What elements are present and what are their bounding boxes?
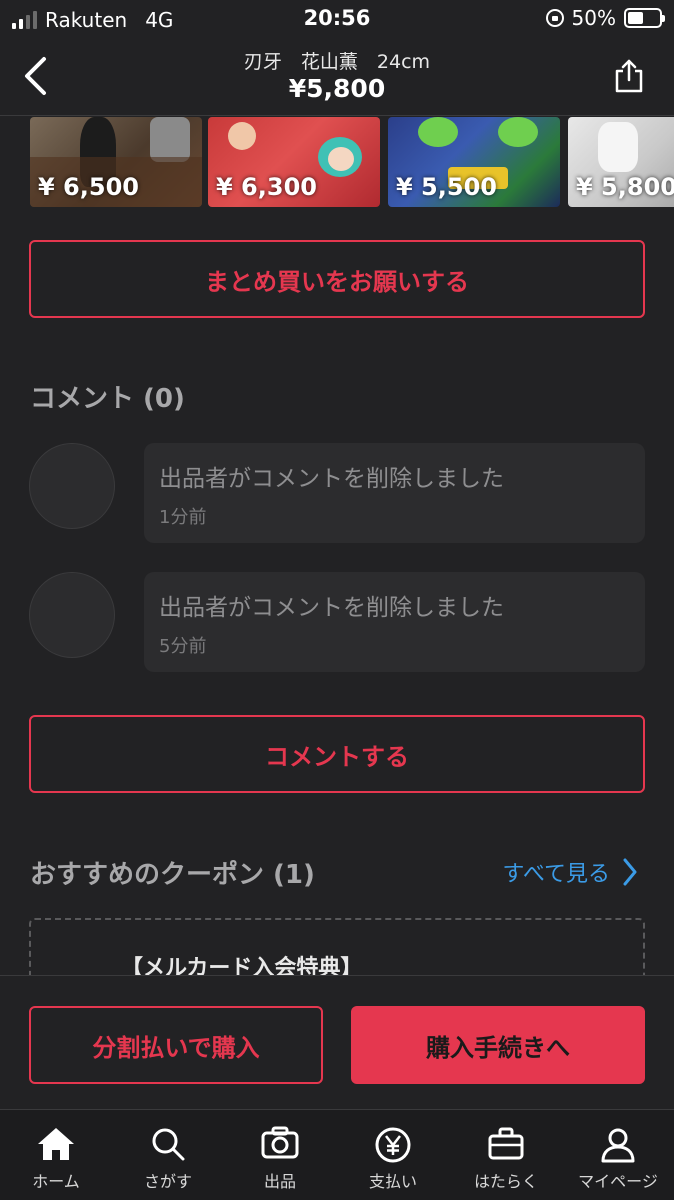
status-bar: Rakuten 4G 20:56 50% <box>0 0 674 40</box>
tab-label: 出品 <box>263 1172 296 1191</box>
tab-pay[interactable]: 支払い <box>337 1110 449 1200</box>
chevron-right-icon <box>623 858 637 886</box>
home-icon <box>38 1128 74 1160</box>
tab-mypage[interactable]: マイページ <box>562 1110 674 1200</box>
comments-title: コメント (0) <box>30 384 185 414</box>
briefcase-icon <box>488 1127 524 1160</box>
similar-item-card[interactable]: ¥ 6,500 <box>30 117 202 207</box>
avatar <box>29 443 115 529</box>
similar-item-card[interactable]: ¥ 5,500 <box>388 117 560 207</box>
comment-bubble: 出品者がコメントを削除しました 5分前 <box>144 572 645 672</box>
tab-label: はたらく <box>474 1172 538 1191</box>
share-button[interactable] <box>614 58 644 94</box>
comment-time: 1分前 <box>159 507 207 528</box>
item-title: 刃牙 花山薫 24cm <box>243 51 431 73</box>
person-icon <box>601 1128 635 1163</box>
split-payment-button[interactable]: 分割払いで購入 <box>29 1006 323 1084</box>
similar-item-price: ¥ 6,500 <box>38 173 139 201</box>
similar-items-carousel: ¥ 6,500 ¥ 6,300 ¥ 5,500 ¥ 5,800 <box>0 117 674 209</box>
tab-bar: ホーム さがす 出品 支払い はたらく マイページ <box>0 1109 674 1200</box>
comment-text: 出品者がコメントを削除しました <box>159 595 504 621</box>
similar-item-price: ¥ 5,800 <box>576 173 674 201</box>
similar-item-card[interactable]: ¥ 5,800 <box>568 117 674 207</box>
tab-work[interactable]: はたらく <box>450 1110 562 1200</box>
similar-item-card[interactable]: ¥ 6,300 <box>208 117 380 207</box>
comment-bubble: 出品者がコメントを削除しました 1分前 <box>144 443 645 543</box>
comment-text: 出品者がコメントを削除しました <box>159 466 504 492</box>
comment-item: 出品者がコメントを削除しました 1分前 <box>29 443 645 543</box>
similar-item-price: ¥ 5,500 <box>396 173 497 201</box>
battery-percent: 50% <box>571 6 616 30</box>
tab-label: マイページ <box>578 1172 658 1191</box>
share-icon <box>615 59 643 93</box>
tab-search[interactable]: さがす <box>112 1110 224 1200</box>
rotation-lock-icon <box>545 9 564 27</box>
purchase-bar: 分割払いで購入 購入手続きへ <box>0 975 674 1109</box>
purchase-button[interactable]: 購入手続きへ <box>351 1006 645 1084</box>
camera-icon <box>261 1126 299 1159</box>
battery-icon <box>624 8 665 28</box>
similar-item-price: ¥ 6,300 <box>216 173 317 201</box>
coupons-title: おすすめのクーポン (1) <box>30 860 315 890</box>
comment-button[interactable]: コメントする <box>29 715 645 793</box>
comment-item: 出品者がコメントを削除しました 5分前 <box>29 572 645 672</box>
tab-label: さがす <box>143 1172 192 1191</box>
see-all-coupons-link[interactable]: すべて見る <box>502 856 638 888</box>
item-price: ¥5,800 <box>288 74 386 103</box>
tab-home[interactable]: ホーム <box>0 1110 112 1200</box>
tab-label: ホーム <box>32 1172 80 1191</box>
see-all-label: すべて見る <box>502 862 610 887</box>
comment-time: 5分前 <box>159 636 207 657</box>
battery-info: 50% <box>545 6 665 30</box>
avatar <box>29 572 115 658</box>
yen-coin-icon <box>375 1127 411 1163</box>
search-icon <box>152 1128 185 1161</box>
tab-label: 支払い <box>368 1172 417 1191</box>
item-header: 刃牙 花山薫 24cm ¥5,800 <box>0 40 674 116</box>
bulk-request-button[interactable]: まとめ買いをお願いする <box>29 240 645 318</box>
tab-sell[interactable]: 出品 <box>224 1110 336 1200</box>
